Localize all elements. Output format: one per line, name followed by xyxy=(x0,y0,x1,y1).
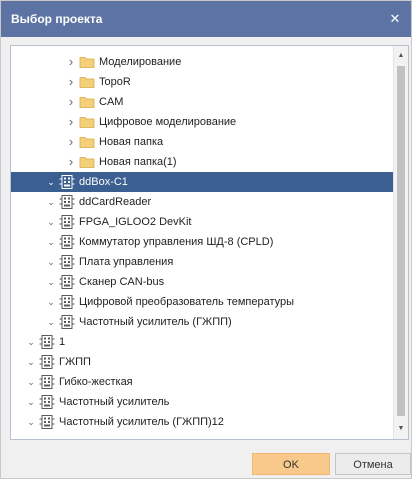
tree-row[interactable]: ⌄ 1 xyxy=(11,332,394,352)
folder-icon xyxy=(79,155,95,169)
chevron-down-icon[interactable]: ⌄ xyxy=(25,392,37,412)
chevron-right-icon[interactable]: › xyxy=(65,52,77,72)
ok-button[interactable]: OK xyxy=(252,453,330,475)
project-icon xyxy=(39,335,55,349)
project-icon xyxy=(59,235,75,249)
chevron-down-icon[interactable]: ⌄ xyxy=(25,412,37,432)
chevron-down-icon[interactable]: ⌄ xyxy=(45,212,57,232)
tree-row[interactable]: ⌄ Частотный усилитель (ГЖПП) xyxy=(11,312,394,332)
project-select-dialog: Выбор проекта ✕ › Моделирование › TopoR › CAM… xyxy=(0,0,412,479)
tree-row[interactable]: › Цифровое моделирование xyxy=(11,112,394,132)
scroll-up-arrow-icon[interactable]: ▲ xyxy=(394,48,408,64)
chevron-right-icon[interactable]: › xyxy=(65,92,77,112)
tree-item-label: Частотный усилитель (ГЖПП)12 xyxy=(59,416,224,428)
cancel-button[interactable]: Отмена xyxy=(335,453,411,475)
project-icon xyxy=(59,295,75,309)
tree-item-label: Плата управления xyxy=(79,256,174,268)
tree-item-label: Частотный усилитель xyxy=(59,396,170,408)
folder-icon xyxy=(79,75,95,89)
chevron-down-icon[interactable]: ⌄ xyxy=(45,172,57,192)
folder-icon xyxy=(79,135,95,149)
tree-row[interactable]: › TopoR xyxy=(11,72,394,92)
tree-row[interactable]: ⌄ Коммутатор управления ШД-8 (CPLD) xyxy=(11,232,394,252)
tree-row[interactable]: › CAM xyxy=(11,92,394,112)
project-icon xyxy=(39,375,55,389)
tree-item-label: Гибко-жесткая xyxy=(59,376,133,388)
tree-item-label: Коммутатор управления ШД-8 (CPLD) xyxy=(79,236,274,248)
chevron-down-icon[interactable]: ⌄ xyxy=(25,352,37,372)
tree-item-label: CAM xyxy=(99,96,124,108)
tree-item-label: Цифровое моделирование xyxy=(99,116,237,128)
folder-icon xyxy=(79,115,95,129)
tree-item-label: ddCardReader xyxy=(79,196,152,208)
tree-item-label: FPGA_IGLOO2 DevKit xyxy=(79,216,192,228)
dialog-titlebar[interactable]: Выбор проекта ✕ xyxy=(1,1,411,37)
tree-item-label: ddBox-C1 xyxy=(79,176,128,188)
tree-item-label: Частотный усилитель (ГЖПП) xyxy=(79,316,232,328)
project-icon xyxy=(59,175,75,189)
chevron-down-icon[interactable]: ⌄ xyxy=(45,192,57,212)
tree-row[interactable]: ⌄ Плата управления xyxy=(11,252,394,272)
chevron-right-icon[interactable]: › xyxy=(65,112,77,132)
tree-item-label: ГЖПП xyxy=(59,356,91,368)
project-icon xyxy=(59,215,75,229)
project-icon xyxy=(39,355,55,369)
project-icon xyxy=(59,195,75,209)
chevron-down-icon[interactable]: ⌄ xyxy=(45,312,57,332)
project-icon xyxy=(59,255,75,269)
folder-icon xyxy=(79,55,95,69)
tree-row[interactable]: ⌄ Сканер CAN-bus xyxy=(11,272,394,292)
scrollbar-thumb[interactable] xyxy=(397,66,405,416)
project-tree-panel: › Моделирование › TopoR › CAM › Цифровое модели… xyxy=(10,45,409,440)
tree-row[interactable]: ⌄ Цифровой преобразователь температуры xyxy=(11,292,394,312)
project-icon xyxy=(59,275,75,289)
chevron-down-icon[interactable]: ⌄ xyxy=(25,372,37,392)
project-icon xyxy=(39,415,55,429)
tree-row[interactable]: ⌄ Гибко-жесткая xyxy=(11,372,394,392)
vertical-scrollbar[interactable]: ▲ ▼ xyxy=(393,46,408,439)
tree-row[interactable]: ⌄ ddBox-C1 xyxy=(11,172,394,192)
tree-item-label: Сканер CAN-bus xyxy=(79,276,165,288)
project-icon xyxy=(39,395,55,409)
tree-item-label: Новая папка xyxy=(99,136,164,148)
tree-item-label: Моделирование xyxy=(99,56,182,68)
tree-row[interactable]: › Новая папка xyxy=(11,132,394,152)
tree-row[interactable]: ⌄ FPGA_IGLOO2 DevKit xyxy=(11,212,394,232)
scroll-down-arrow-icon[interactable]: ▼ xyxy=(394,421,408,437)
tree-item-label: 1 xyxy=(59,336,66,348)
tree-item-label: Новая папка(1) xyxy=(99,156,177,168)
chevron-right-icon[interactable]: › xyxy=(65,152,77,172)
chevron-right-icon[interactable]: › xyxy=(65,132,77,152)
chevron-down-icon[interactable]: ⌄ xyxy=(45,252,57,272)
tree-row[interactable]: ⌄ Частотный усилитель xyxy=(11,392,394,412)
tree-row[interactable]: ⌄ Частотный усилитель (ГЖПП)12 xyxy=(11,412,394,432)
chevron-right-icon[interactable]: › xyxy=(65,72,77,92)
dialog-title: Выбор проекта xyxy=(11,12,103,26)
chevron-down-icon[interactable]: ⌄ xyxy=(45,292,57,312)
chevron-down-icon[interactable]: ⌄ xyxy=(45,272,57,292)
folder-icon xyxy=(79,95,95,109)
close-icon[interactable]: ✕ xyxy=(385,9,405,29)
tree-row[interactable]: ⌄ ГЖПП xyxy=(11,352,394,372)
tree-item-label: TopoR xyxy=(99,76,131,88)
project-icon xyxy=(59,315,75,329)
chevron-down-icon[interactable]: ⌄ xyxy=(25,332,37,352)
chevron-down-icon[interactable]: ⌄ xyxy=(45,232,57,252)
tree-item-label: Цифровой преобразователь температуры xyxy=(79,296,295,308)
tree-row[interactable]: › Новая папка(1) xyxy=(11,152,394,172)
tree-row[interactable]: › Моделирование xyxy=(11,52,394,72)
tree-row[interactable]: ⌄ ddCardReader xyxy=(11,192,394,212)
